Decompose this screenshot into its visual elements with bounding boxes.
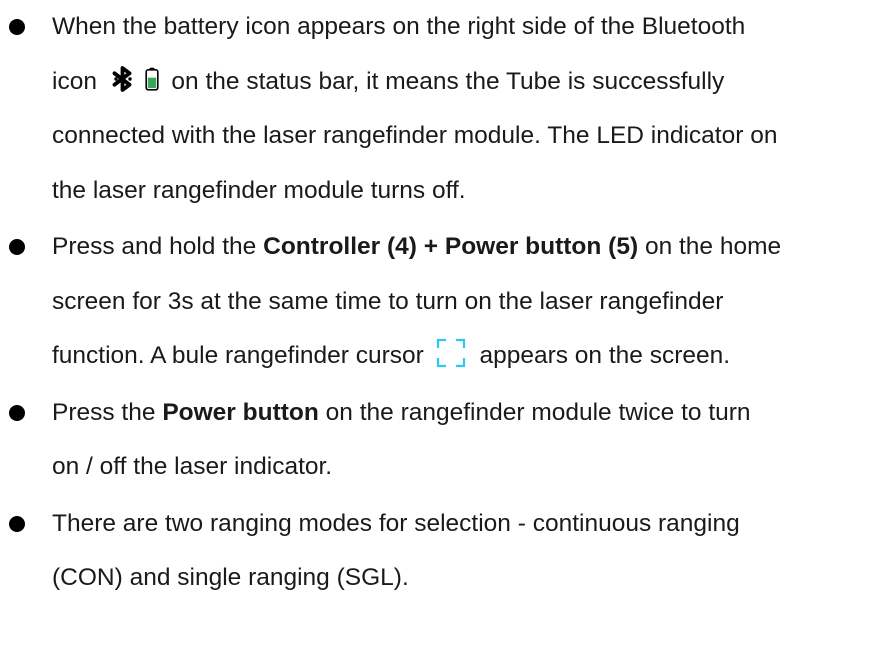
text-line: When the battery icon appears on the rig… — [52, 13, 746, 40]
bullet-text: When the battery icon appears on the rig… — [52, 0, 870, 218]
manual-page: When the battery icon appears on the rig… — [0, 0, 890, 659]
list-item: Press the Power button on the rangefinde… — [0, 386, 890, 495]
battery-icon — [144, 67, 159, 91]
list-item: When the battery icon appears on the rig… — [0, 0, 890, 218]
text-line: the laser rangefinder module turns off. — [52, 176, 466, 204]
text-line: on / off the laser indicator. — [52, 453, 333, 480]
text-fragment: Press the — [52, 398, 156, 426]
text-fragment: icon — [52, 67, 97, 95]
bullet-text: There are two ranging modes for selectio… — [52, 497, 870, 606]
list-item: Press and hold the Controller (4) + Powe… — [0, 220, 890, 384]
bullet-text: Press and hold the Controller (4) + Powe… — [52, 220, 870, 384]
text-line: function. A bule rangefinder cursor appe… — [52, 338, 731, 369]
bullet-dot — [9, 404, 25, 421]
text-line: There are two ranging modes for selectio… — [52, 509, 740, 537]
text-fragment: on the rangefinder module twice to turn — [325, 398, 751, 426]
text-line: icon on the status bar, it means the Tub… — [52, 66, 725, 95]
bullet-text: Press the Power button on the rangefinde… — [52, 386, 870, 495]
bold-text: Power button — [162, 398, 319, 426]
text-line: connected with the laser rangefinder mod… — [52, 122, 778, 149]
bullet-dot — [9, 19, 25, 35]
instruction-list: When the battery icon appears on the rig… — [0, 0, 890, 606]
text-fragment: appears on the screen. — [479, 342, 731, 369]
rangefinder-cursor-icon — [436, 338, 465, 367]
text-fragment: function. A bule rangefinder cursor — [52, 342, 424, 369]
bullet-dot — [9, 515, 25, 532]
bold-text: Controller (4) + Power button (5) — [263, 233, 639, 260]
text-fragment: on the status bar, it means the Tube is … — [171, 67, 725, 95]
list-item: There are two ranging modes for selectio… — [0, 497, 890, 606]
text-fragment: Press and hold the — [52, 233, 257, 260]
text-fragment: on the home — [644, 233, 782, 260]
bluetooth-icon — [112, 66, 132, 92]
text-line: Press the Power button on the rangefinde… — [52, 399, 751, 426]
text-line: screen for 3s at the same time to turn o… — [52, 287, 724, 315]
text-line: Press and hold the Controller (4) + Powe… — [52, 233, 781, 260]
text-line: (CON) and single ranging (SGL). — [52, 564, 409, 591]
bullet-dot — [9, 239, 25, 255]
